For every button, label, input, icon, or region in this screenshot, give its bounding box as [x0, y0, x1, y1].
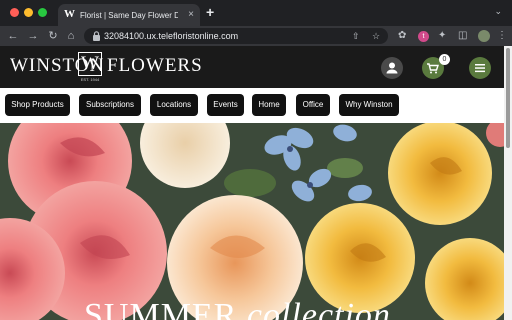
hero-banner[interactable]: SUMMER collection [0, 123, 504, 320]
user-icon [386, 62, 398, 74]
site-header: WINSTON W EST. 1944 FLOWERS 0 [0, 46, 504, 88]
bookmark-star-icon[interactable]: ☆ [372, 30, 380, 42]
tab-close-icon[interactable]: × [188, 8, 194, 21]
nav-home[interactable]: Home [252, 94, 286, 116]
account-button[interactable] [381, 57, 403, 79]
browser-tab-active[interactable]: W Florist | Same Day Flower Deliv × [58, 4, 200, 26]
url-text: 32084100.ux.telefloristonline.com [104, 31, 239, 41]
main-nav: Shop Products Subscriptions Locations Ev… [0, 88, 504, 123]
scrollbar-thumb[interactable] [506, 48, 510, 148]
nav-subscriptions[interactable]: Subscriptions [79, 94, 141, 116]
logo-text-flowers[interactable]: FLOWERS [107, 55, 203, 77]
extension-t-icon[interactable]: t [418, 31, 429, 42]
new-tab-button[interactable]: + [206, 5, 214, 19]
browser-menu-icon[interactable]: ⋮ [497, 30, 507, 42]
profile-avatar[interactable] [478, 30, 490, 42]
nav-why-winston[interactable]: Why Winston [339, 94, 399, 116]
forward-arrow-icon[interactable]: → [26, 28, 40, 44]
hero-flower-photo [0, 123, 504, 320]
hero-title-plain: SUMMER [84, 297, 238, 320]
side-panel-icon[interactable]: ◫ [458, 30, 467, 42]
nav-events[interactable]: Events [207, 94, 244, 116]
nav-office[interactable]: Office [296, 94, 330, 116]
maximize-window-button[interactable] [38, 8, 47, 17]
tab-title: Florist | Same Day Flower Deliv [80, 11, 178, 20]
menu-button[interactable] [469, 57, 491, 79]
minimize-window-button[interactable] [24, 8, 33, 17]
home-icon[interactable]: ⌂ [64, 28, 78, 44]
tab-search-chevron-icon[interactable]: ⌄ [494, 6, 502, 17]
address-bar[interactable]: 32084100.ux.telefloristonline.com ⇧ ☆ [84, 28, 388, 44]
hamburger-menu-icon [475, 64, 485, 73]
close-window-button[interactable] [10, 8, 19, 17]
logo-est-text: EST. 1944 [80, 77, 100, 82]
extension-feather-icon[interactable]: ✿ [398, 30, 406, 42]
logo-w-mark[interactable]: W [78, 52, 102, 76]
browser-tab-bar: W Florist | Same Day Flower Deliv × + ⌄ [0, 0, 512, 26]
back-arrow-icon[interactable]: ← [6, 28, 20, 44]
nav-shop-products[interactable]: Shop Products [5, 94, 70, 116]
reload-icon[interactable]: ↻ [46, 28, 60, 44]
cart-count-badge: 0 [439, 54, 450, 65]
share-icon[interactable]: ⇧ [352, 30, 360, 42]
extensions-puzzle-icon[interactable]: ✦ [438, 30, 446, 42]
browser-toolbar: ← → ↻ ⌂ 32084100.ux.telefloristonline.co… [0, 26, 512, 46]
nav-locations[interactable]: Locations [150, 94, 198, 116]
winston-favicon-icon: W [64, 8, 75, 20]
lock-icon [93, 31, 100, 41]
hero-title-italic: collection [246, 297, 391, 320]
hero-title: SUMMER collection [84, 299, 391, 320]
